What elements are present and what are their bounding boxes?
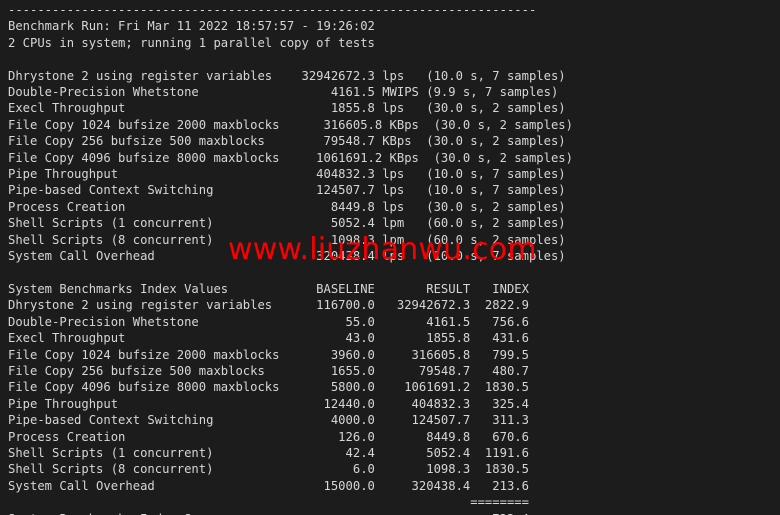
terminal-window: ----------------------------------------… [0,0,780,515]
terminal-output: ----------------------------------------… [8,3,573,515]
